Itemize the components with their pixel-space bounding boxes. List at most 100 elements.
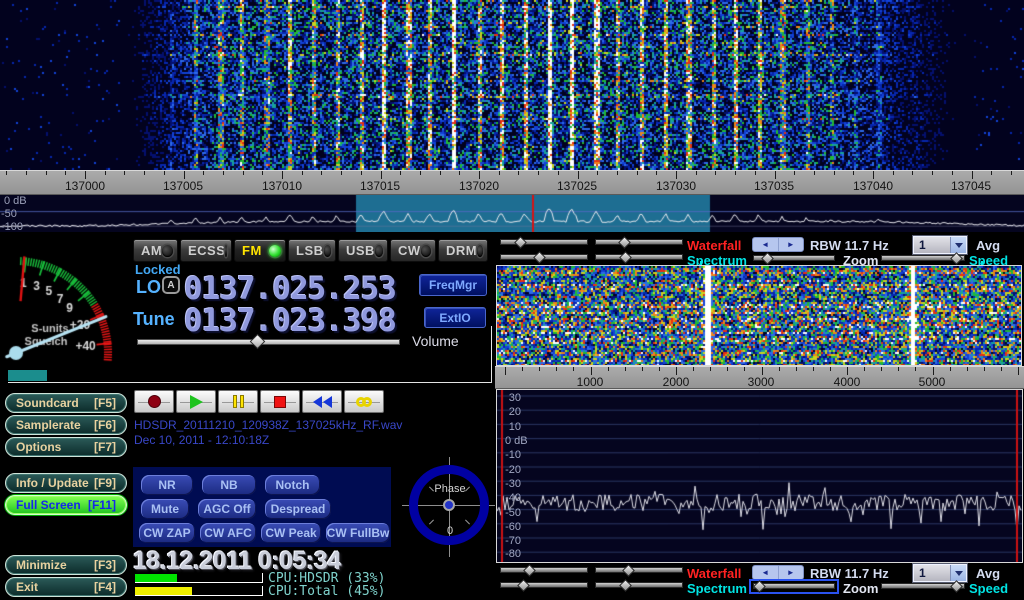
mode-usb-button[interactable]: USB xyxy=(338,239,388,262)
mode-am-button[interactable]: AM xyxy=(133,239,178,262)
cw-zap-button[interactable]: CW ZAP xyxy=(139,523,195,543)
rbw-spinner-2[interactable]: ◄► xyxy=(752,565,804,580)
avg-selected-value: 1 xyxy=(914,238,950,252)
mode-label: ECSS xyxy=(188,243,225,258)
freqmgr-button[interactable]: FreqMgr xyxy=(419,274,487,296)
lo-frequency-display[interactable]: 0137.025.253 xyxy=(184,271,396,307)
avg-label: Avg xyxy=(976,238,1000,253)
af-frequency-scale[interactable]: 1000 2000 3000 4000 5000 xyxy=(495,366,1024,389)
record-button[interactable] xyxy=(134,390,174,413)
exit-button[interactable]: Exit[F4] xyxy=(5,577,127,597)
speed-slider[interactable] xyxy=(881,253,965,264)
af-db-label: -30 xyxy=(497,478,521,490)
waterfall-tab-2[interactable]: Waterfall xyxy=(687,566,741,581)
mode-fm-button[interactable]: FM xyxy=(234,239,286,262)
zoom-label-2: Zoom xyxy=(843,581,878,596)
led-indicator-icon xyxy=(162,245,173,257)
freq-label: 137035 xyxy=(740,179,808,193)
nb-button[interactable]: NB xyxy=(202,475,256,495)
squelch-slider[interactable] xyxy=(8,370,47,381)
speed-slider-2[interactable] xyxy=(881,581,965,592)
af-db-label: -60 xyxy=(497,521,521,533)
phase-indicator[interactable]: Phase 0 xyxy=(405,457,495,563)
spectrum-offset-slider[interactable] xyxy=(595,252,683,263)
rbw-decrease-arrow-icon[interactable]: ◄ xyxy=(753,238,779,251)
fullscreen-button[interactable]: Full Screen[F11] xyxy=(5,495,127,515)
af-freq-label: 5000 xyxy=(898,375,966,389)
af-db-label: -40 xyxy=(497,492,521,504)
avg-dropdown-button[interactable] xyxy=(950,237,966,253)
rbw-decrease-arrow-icon[interactable]: ◄ xyxy=(753,566,779,579)
volume-slider[interactable] xyxy=(137,339,400,345)
lo-auto-button[interactable]: A xyxy=(162,276,180,294)
chevron-down-icon xyxy=(955,243,963,248)
panel-divider xyxy=(491,326,492,383)
agc-off-button[interactable]: AGC Off xyxy=(198,499,256,519)
freq-label: 137005 xyxy=(149,179,217,193)
notch-button[interactable]: Notch xyxy=(265,475,320,495)
spectrum-tab-2[interactable]: Spectrum xyxy=(687,581,747,596)
af-waterfall-display[interactable] xyxy=(496,265,1022,366)
samplerate-button[interactable]: Samplerate[F6] xyxy=(5,415,127,435)
button-label: Full Screen xyxy=(16,498,81,512)
db-label: -50 xyxy=(1,208,17,220)
stop-button[interactable] xyxy=(260,390,300,413)
db-label: 0 dB xyxy=(4,195,27,207)
avg-dropdown-button[interactable] xyxy=(950,565,966,581)
soundcard-button[interactable]: Soundcard[F5] xyxy=(5,393,127,413)
mode-cw-button[interactable]: CW xyxy=(390,239,436,262)
waterfall-tab[interactable]: Waterfall xyxy=(687,238,741,253)
af-freq-label: 1000 xyxy=(556,375,624,389)
af-freq-label: 2000 xyxy=(642,375,710,389)
db-label: -100 xyxy=(1,221,23,233)
freq-label: 137025 xyxy=(543,179,611,193)
avg-select[interactable]: 1 xyxy=(913,236,967,254)
avg-select-2[interactable]: 1 xyxy=(913,564,967,582)
led-indicator-icon xyxy=(375,245,383,257)
led-indicator-icon xyxy=(269,245,281,257)
freq-label: 137000 xyxy=(51,179,119,193)
loop-button[interactable] xyxy=(344,390,384,413)
zoom-slider-2[interactable] xyxy=(753,581,835,592)
button-hotkey: [F6] xyxy=(94,418,116,432)
play-button[interactable] xyxy=(176,390,216,413)
dsp-panel: NR NB Notch Mute AGC Off Despread CW ZAP… xyxy=(133,467,391,547)
button-hotkey: [F5] xyxy=(94,396,116,410)
cw-fullbw-button[interactable]: CW FullBw xyxy=(326,523,390,543)
spectrum-gain-slider[interactable] xyxy=(500,252,588,263)
spectrum-gain-slider-2[interactable] xyxy=(500,580,588,591)
rbw-spinner[interactable]: ◄► xyxy=(752,237,804,252)
main-frequency-scale[interactable]: 137000 137005 137010 137015 137020 13702… xyxy=(0,170,1024,195)
pause-button[interactable] xyxy=(218,390,258,413)
af-db-label: 10 xyxy=(497,421,521,433)
waterfall-offset-slider[interactable] xyxy=(595,237,683,248)
cw-peak-button[interactable]: CW Peak xyxy=(261,523,321,543)
main-spectrum-display[interactable]: 0 dB -50 -100 xyxy=(0,195,1024,232)
spectrum-offset-slider-2[interactable] xyxy=(595,580,683,591)
cpu-total-label: CPU:Total (45%) xyxy=(268,584,385,599)
mode-drm-button[interactable]: DRM xyxy=(438,239,488,262)
despread-button[interactable]: Despread xyxy=(265,499,331,519)
af-freq-label: 4000 xyxy=(813,375,881,389)
minimize-button[interactable]: Minimize[F3] xyxy=(5,555,127,575)
extio-button[interactable]: ExtIO xyxy=(424,307,486,328)
waterfall-gain-slider[interactable] xyxy=(500,237,588,248)
mode-ecss-button[interactable]: ECSS xyxy=(180,239,232,262)
options-button[interactable]: Options[F7] xyxy=(5,437,127,457)
info-update-button[interactable]: Info / Update[F9] xyxy=(5,473,127,493)
tune-frequency-display[interactable]: 0137.023.398 xyxy=(184,303,396,339)
s-meter[interactable] xyxy=(0,249,132,389)
avg-label-2: Avg xyxy=(976,566,1000,581)
rbw-increase-arrow-icon[interactable]: ► xyxy=(779,566,804,579)
waterfall-offset-slider-2[interactable] xyxy=(595,565,683,576)
rewind-button[interactable] xyxy=(302,390,342,413)
cw-afc-button[interactable]: CW AFC xyxy=(200,523,256,543)
mute-button[interactable]: Mute xyxy=(141,499,189,519)
zoom-slider[interactable] xyxy=(753,253,835,264)
mode-lsb-button[interactable]: LSB xyxy=(288,239,336,262)
waterfall-gain-slider-2[interactable] xyxy=(500,565,588,576)
main-waterfall-display[interactable] xyxy=(0,0,1024,170)
af-spectrum-display[interactable]: 30 20 10 0 dB -10 -20 -30 -40 -50 -60 -7… xyxy=(496,389,1023,563)
nr-button[interactable]: NR xyxy=(141,475,193,495)
rbw-increase-arrow-icon[interactable]: ► xyxy=(779,238,804,251)
